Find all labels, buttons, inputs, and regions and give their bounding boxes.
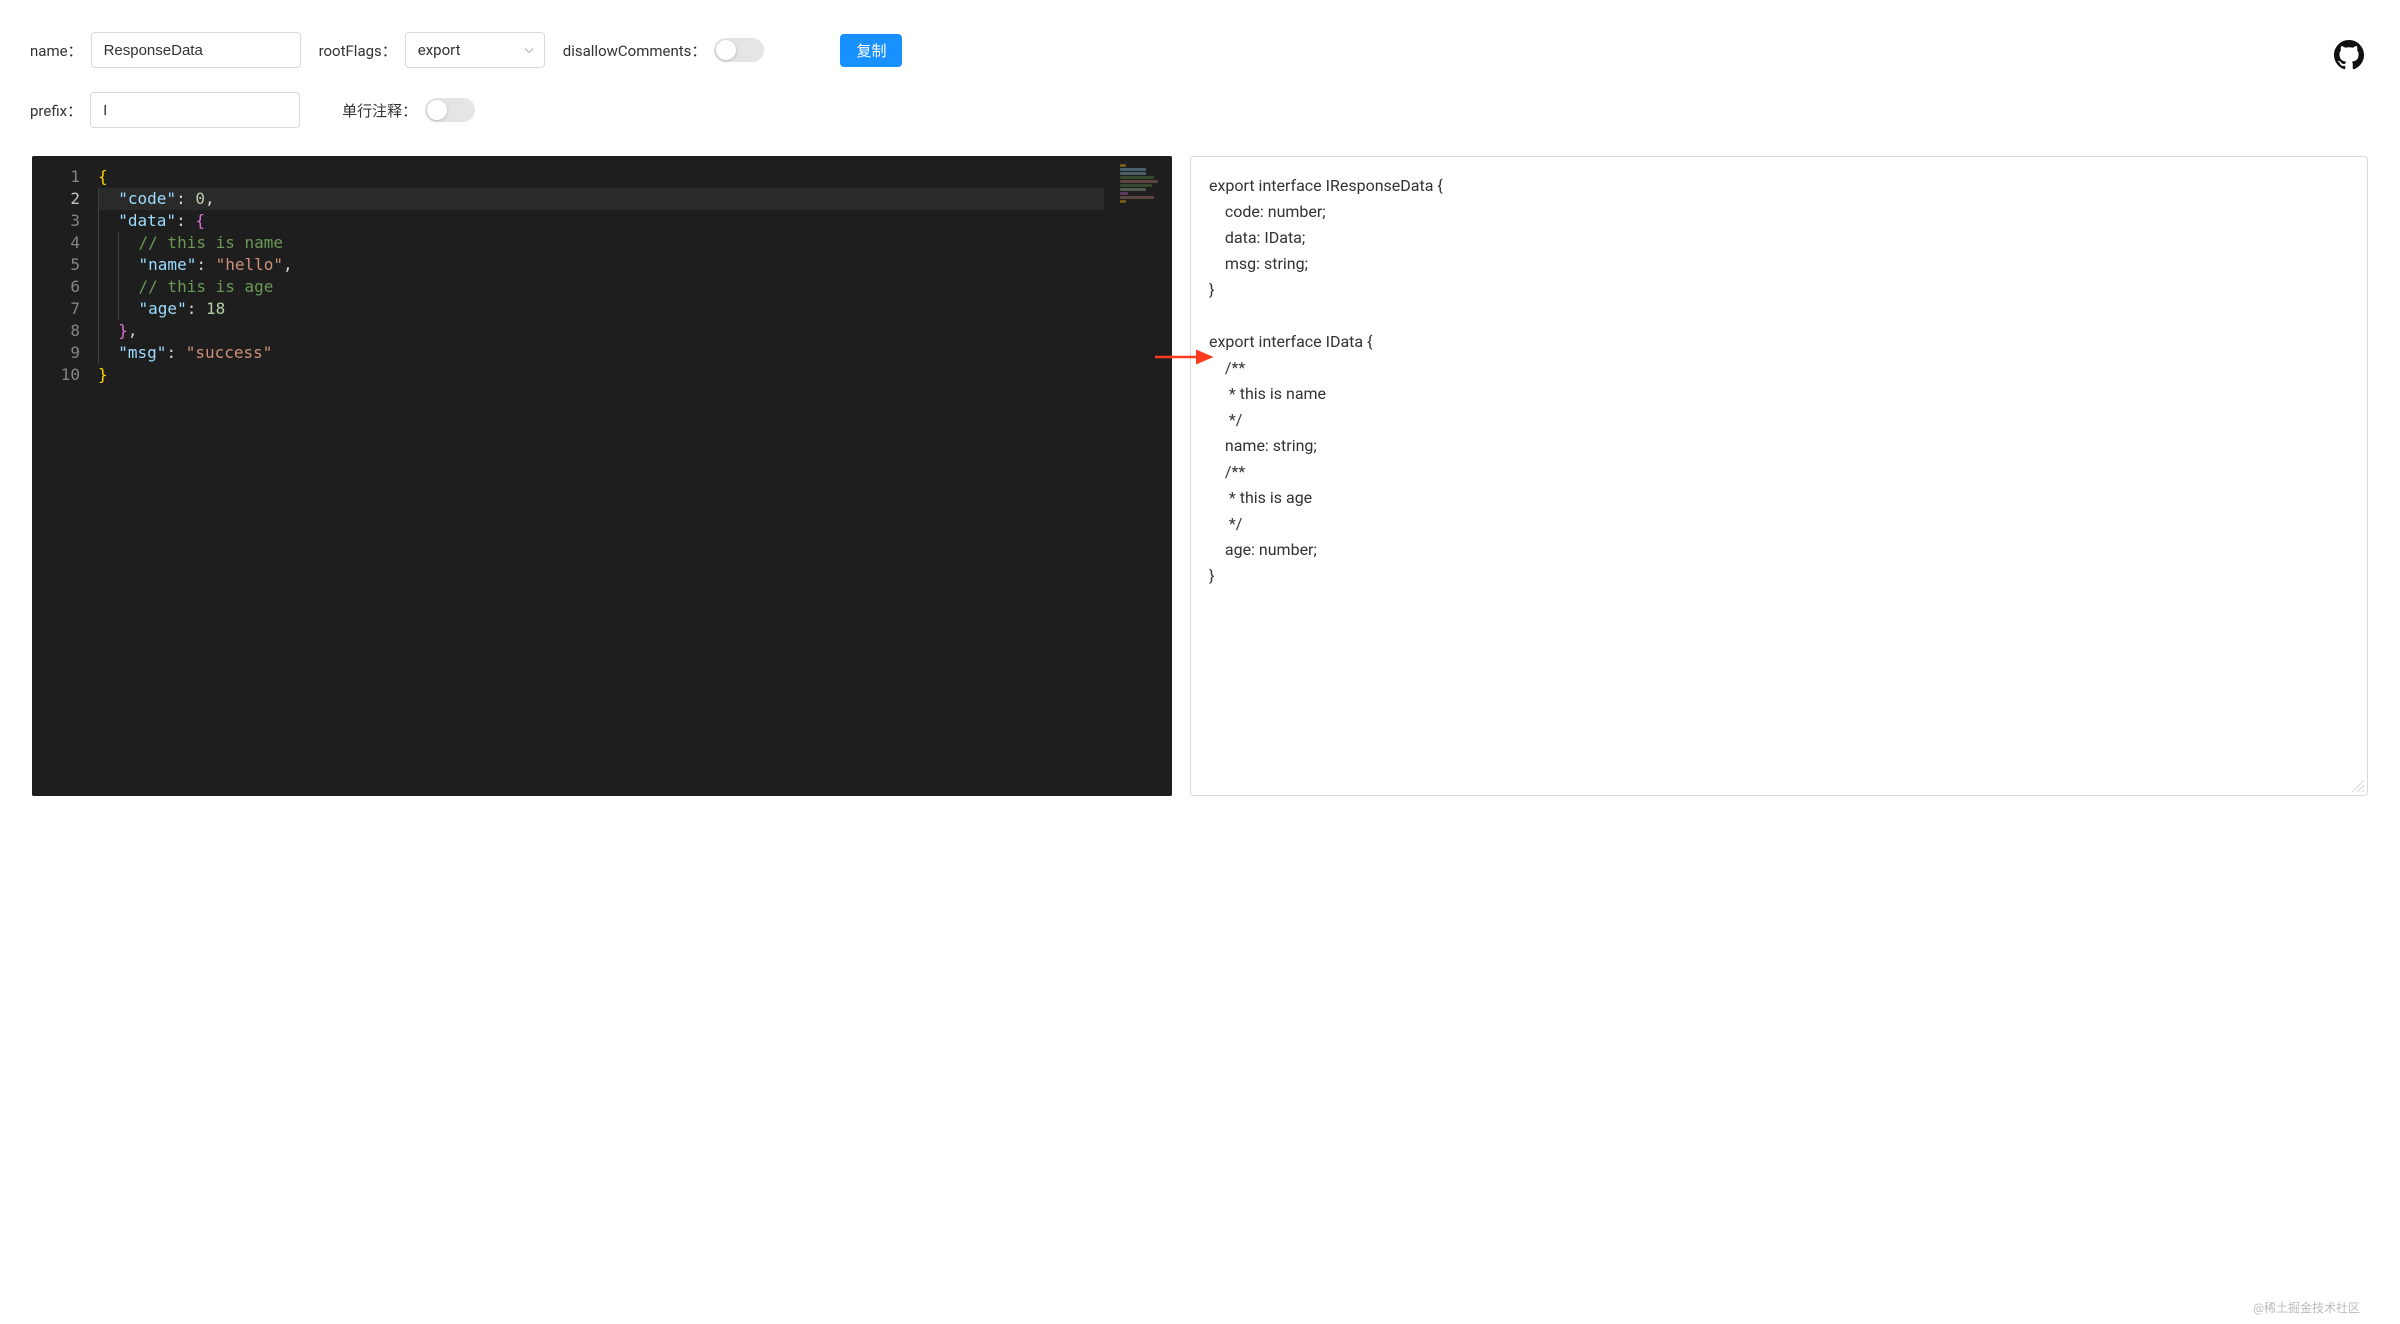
- toolbar: name： rootFlags： export disallowComments…: [0, 0, 2400, 138]
- chevron-down-icon: [524, 44, 534, 57]
- toolbar-row-1: name： rootFlags： export disallowComments…: [30, 32, 2370, 68]
- prefix-input[interactable]: [90, 92, 300, 128]
- github-icon[interactable]: [2334, 40, 2364, 70]
- disallow-comments-switch[interactable]: [714, 38, 764, 62]
- resize-handle-icon[interactable]: [2350, 778, 2364, 792]
- rootflags-label: rootFlags：: [319, 40, 397, 61]
- disallow-comments-label: disallowComments：: [563, 40, 707, 61]
- name-input[interactable]: [91, 32, 301, 68]
- toolbar-row-2: prefix： 单行注释：: [30, 92, 2370, 128]
- singleline-comment-label: 单行注释：: [342, 100, 417, 121]
- name-field-group: name：: [30, 32, 301, 68]
- rootflags-selected-value: export: [418, 41, 461, 59]
- editor-code[interactable]: { "code": 0, "data": { // this is name "…: [90, 156, 1112, 796]
- singleline-comment-group: 单行注释：: [342, 98, 475, 122]
- prefix-label: prefix：: [30, 100, 82, 121]
- name-label: name：: [30, 40, 83, 61]
- main-area: 12345678910 { "code": 0, "data": { // th…: [0, 138, 2400, 820]
- copy-button[interactable]: 复制: [840, 34, 902, 67]
- editor-gutter: 12345678910: [32, 156, 90, 796]
- rootflags-select[interactable]: export: [405, 32, 545, 68]
- prefix-field-group: prefix：: [30, 92, 300, 128]
- watermark: @稀土掘金技术社区: [2253, 1299, 2360, 1316]
- editor-minimap[interactable]: [1112, 156, 1172, 796]
- rootflags-field-group: rootFlags： export: [319, 32, 545, 68]
- singleline-comment-switch[interactable]: [425, 98, 475, 122]
- json-editor[interactable]: 12345678910 { "code": 0, "data": { // th…: [32, 156, 1172, 796]
- output-panel[interactable]: export interface IResponseData { code: n…: [1190, 156, 2368, 796]
- disallow-comments-group: disallowComments：: [563, 38, 765, 62]
